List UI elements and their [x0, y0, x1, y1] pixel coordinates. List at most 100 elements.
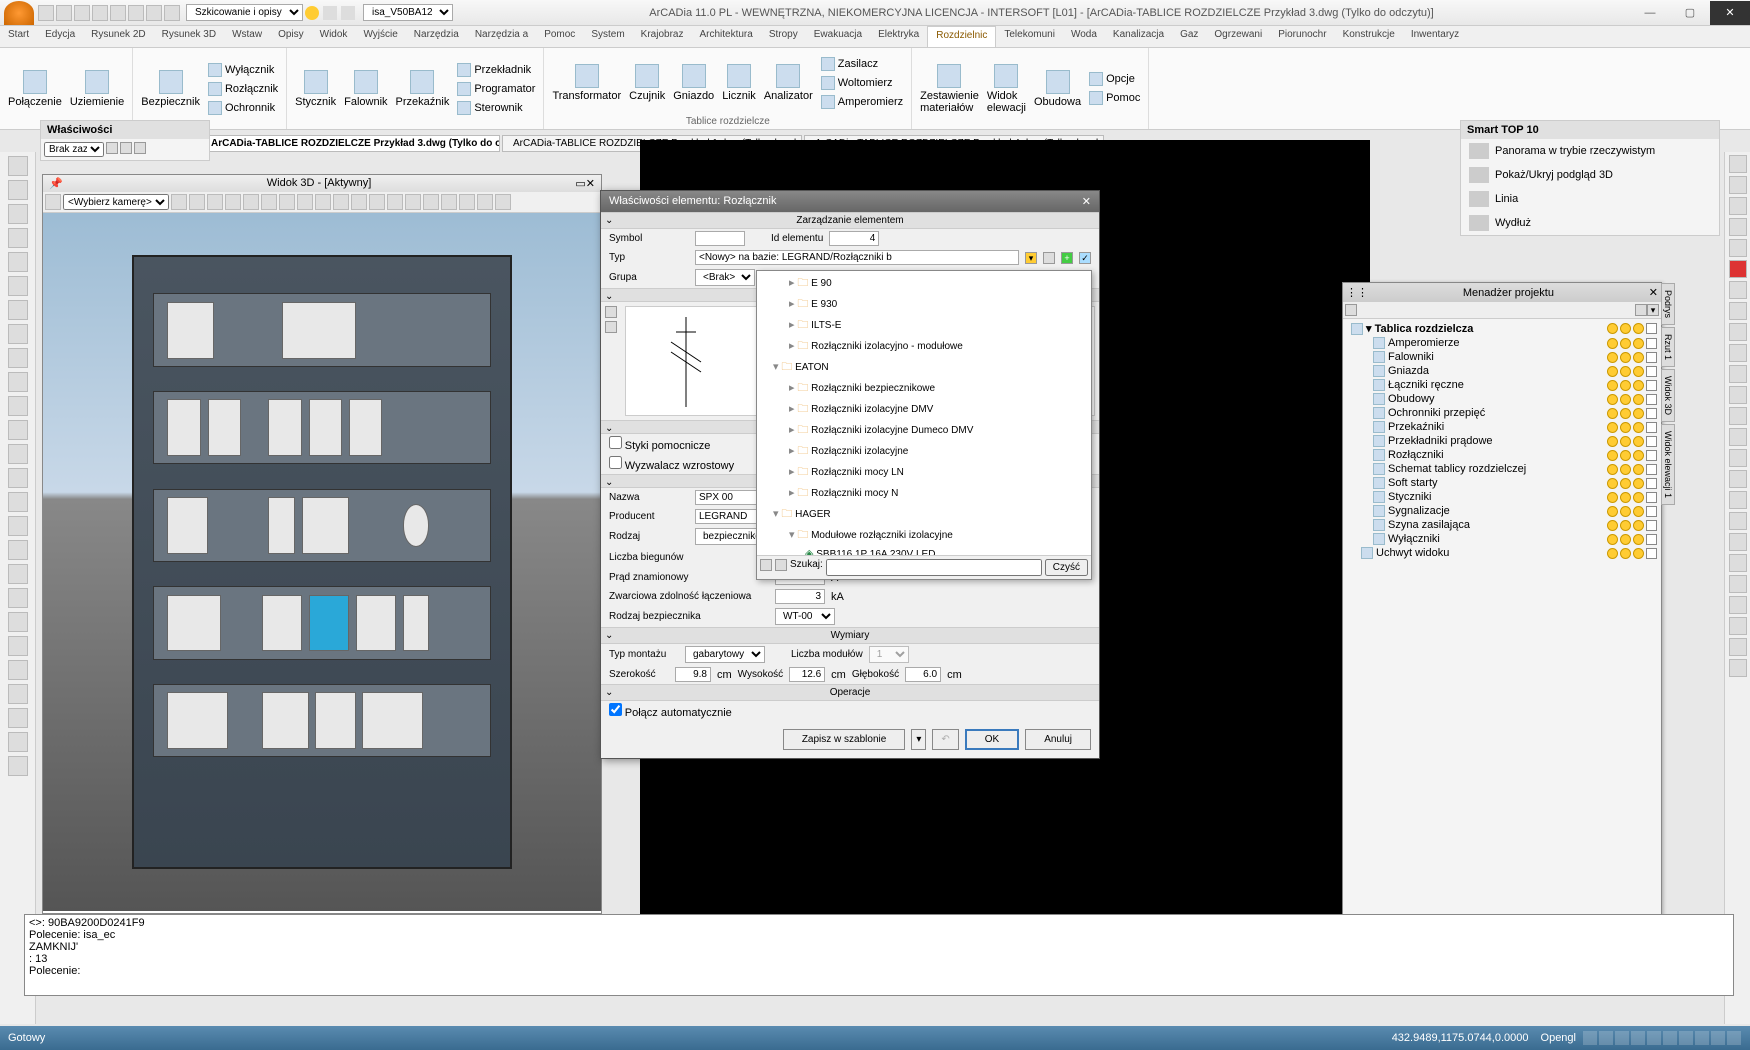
tool-icon[interactable]: [1729, 344, 1747, 362]
tool-icon[interactable]: [8, 204, 28, 224]
tool-icon[interactable]: [8, 444, 28, 464]
tool-icon[interactable]: [1729, 617, 1747, 635]
smart-top-item[interactable]: Pokaż/Ukryj podgląd 3D: [1461, 163, 1719, 187]
vp-tool-icon[interactable]: [207, 194, 223, 210]
tool-icon[interactable]: [8, 252, 28, 272]
typ-check-icon[interactable]: ✓: [1079, 252, 1091, 264]
tree-folder[interactable]: ▾ 🗀 Modułowe rozłączniki izolacyjne: [759, 525, 1089, 546]
vp-tool-icon[interactable]: [279, 194, 295, 210]
pm-tree-item[interactable]: Amperomierze: [1345, 336, 1659, 350]
menu-tab[interactable]: Elektryka: [870, 26, 927, 47]
menu-tab[interactable]: Ogrzewani: [1206, 26, 1270, 47]
tool-icon[interactable]: [8, 468, 28, 488]
pm-side-tab[interactable]: Widok 3D: [1661, 369, 1675, 422]
input-gleb[interactable]: [905, 667, 941, 682]
pm-grip-icon[interactable]: ⋮⋮: [1346, 286, 1368, 299]
select-grupa[interactable]: <Brak>: [695, 269, 755, 286]
tool-icon[interactable]: [1729, 470, 1747, 488]
input-wys[interactable]: [789, 667, 825, 682]
qat-icon[interactable]: [110, 5, 126, 21]
tool-icon[interactable]: [8, 396, 28, 416]
vp-tool-icon[interactable]: [369, 194, 385, 210]
tool-icon[interactable]: [1729, 449, 1747, 467]
tree-expand-icon[interactable]: [760, 559, 772, 571]
btn-save-template[interactable]: Zapisz w szablonie: [783, 729, 905, 750]
app-logo[interactable]: [4, 1, 34, 25]
menu-tab[interactable]: Woda: [1063, 26, 1105, 47]
pm-tree-item[interactable]: Rozłączniki: [1345, 448, 1659, 462]
chk-styki[interactable]: [609, 436, 622, 449]
status-icon[interactable]: [1615, 1031, 1629, 1045]
pm-tool-icon[interactable]: [1635, 304, 1647, 316]
vp-tool-icon[interactable]: [225, 194, 241, 210]
menu-tab[interactable]: Wstaw: [224, 26, 270, 47]
vp-tool-icon[interactable]: [297, 194, 313, 210]
pm-tree-item[interactable]: Szyna zasilająca: [1345, 518, 1659, 532]
typ-action-icon[interactable]: [1043, 252, 1055, 264]
tool-icon[interactable]: [8, 708, 28, 728]
vp-tool-icon[interactable]: [441, 194, 457, 210]
tool-icon[interactable]: [8, 540, 28, 560]
status-icon[interactable]: [1695, 1031, 1709, 1045]
vp-tool-icon[interactable]: [171, 194, 187, 210]
pm-tree-item[interactable]: Schemat tablicy rozdzielczej: [1345, 462, 1659, 476]
qat-icon[interactable]: [56, 5, 72, 21]
btn-template-dropdown[interactable]: ▾: [911, 729, 926, 750]
tree-search-input[interactable]: [826, 559, 1042, 576]
pm-tree-item[interactable]: Styczniki: [1345, 490, 1659, 504]
tool-icon[interactable]: [1729, 218, 1747, 236]
tool-icon[interactable]: [1729, 365, 1747, 383]
pm-tree-item[interactable]: ▾ Tablica rozdzielcza: [1345, 321, 1659, 336]
tree-clear-button[interactable]: Czyść: [1045, 559, 1088, 576]
tool-icon[interactable]: [1729, 428, 1747, 446]
menu-tab[interactable]: Opisy: [270, 26, 312, 47]
menu-tab[interactable]: Gaz: [1172, 26, 1206, 47]
menu-tab[interactable]: Edycja: [37, 26, 83, 47]
smart-top-item[interactable]: Wydłuż: [1461, 211, 1719, 235]
tool-icon[interactable]: [8, 300, 28, 320]
menu-tab[interactable]: Inwentaryz: [1403, 26, 1467, 47]
tool-icon[interactable]: [8, 156, 28, 176]
status-icon[interactable]: [1663, 1031, 1677, 1045]
pm-side-tab[interactable]: Widok elewacji 1: [1661, 424, 1675, 505]
qat-icon[interactable]: [74, 5, 90, 21]
symbol-tool-icon[interactable]: [605, 306, 617, 318]
camera-select[interactable]: <Wybierz kamerę>: [63, 194, 169, 210]
tool-icon[interactable]: [8, 732, 28, 752]
tool-icon[interactable]: [1729, 386, 1747, 404]
props-mode-select[interactable]: Brak zaza: [44, 142, 104, 157]
select-moduly[interactable]: 1: [869, 646, 909, 663]
pm-tree-item[interactable]: Wyłączniki: [1345, 532, 1659, 546]
vp-tool-icon[interactable]: [261, 194, 277, 210]
dialog-close-icon[interactable]: ✕: [1082, 195, 1091, 208]
ribbon-button[interactable]: Gniazdo: [671, 62, 716, 104]
ribbon-button[interactable]: Rozłącznik: [206, 80, 280, 98]
vp-tool-icon[interactable]: [495, 194, 511, 210]
qat-icon[interactable]: [164, 5, 180, 21]
status-icon[interactable]: [1647, 1031, 1661, 1045]
menu-tab[interactable]: Wyjście: [355, 26, 405, 47]
menu-tab[interactable]: Narzędzia: [406, 26, 467, 47]
tool-icon[interactable]: [1729, 239, 1747, 257]
ribbon-button[interactable]: Czujnik: [627, 62, 667, 104]
tool-icon[interactable]: [8, 660, 28, 680]
ribbon-button[interactable]: Połączenie: [6, 68, 64, 110]
pm-side-tab[interactable]: Rzut 1: [1661, 327, 1675, 367]
status-icon[interactable]: [1631, 1031, 1645, 1045]
tool-icon[interactable]: [8, 324, 28, 344]
props-icon[interactable]: [120, 142, 132, 154]
tool-icon[interactable]: [1729, 638, 1747, 656]
tool-icon[interactable]: [1729, 659, 1747, 677]
ribbon-button[interactable]: Stycznik: [293, 68, 338, 110]
qat-icon[interactable]: [92, 5, 108, 21]
ribbon-button[interactable]: Bezpiecznik: [139, 68, 202, 110]
vp-tool-icon[interactable]: [387, 194, 403, 210]
ribbon-button[interactable]: Analizator: [762, 62, 815, 104]
ribbon-button[interactable]: Licznik: [720, 62, 758, 104]
vp-tool-icon[interactable]: [333, 194, 349, 210]
menu-tab[interactable]: Kanalizacja: [1105, 26, 1172, 47]
input-zwarc[interactable]: [775, 589, 825, 604]
vp-tool-icon[interactable]: [459, 194, 475, 210]
pm-tree-item[interactable]: Uchwyt widoku: [1345, 546, 1659, 560]
vp-tool-icon[interactable]: [315, 194, 331, 210]
